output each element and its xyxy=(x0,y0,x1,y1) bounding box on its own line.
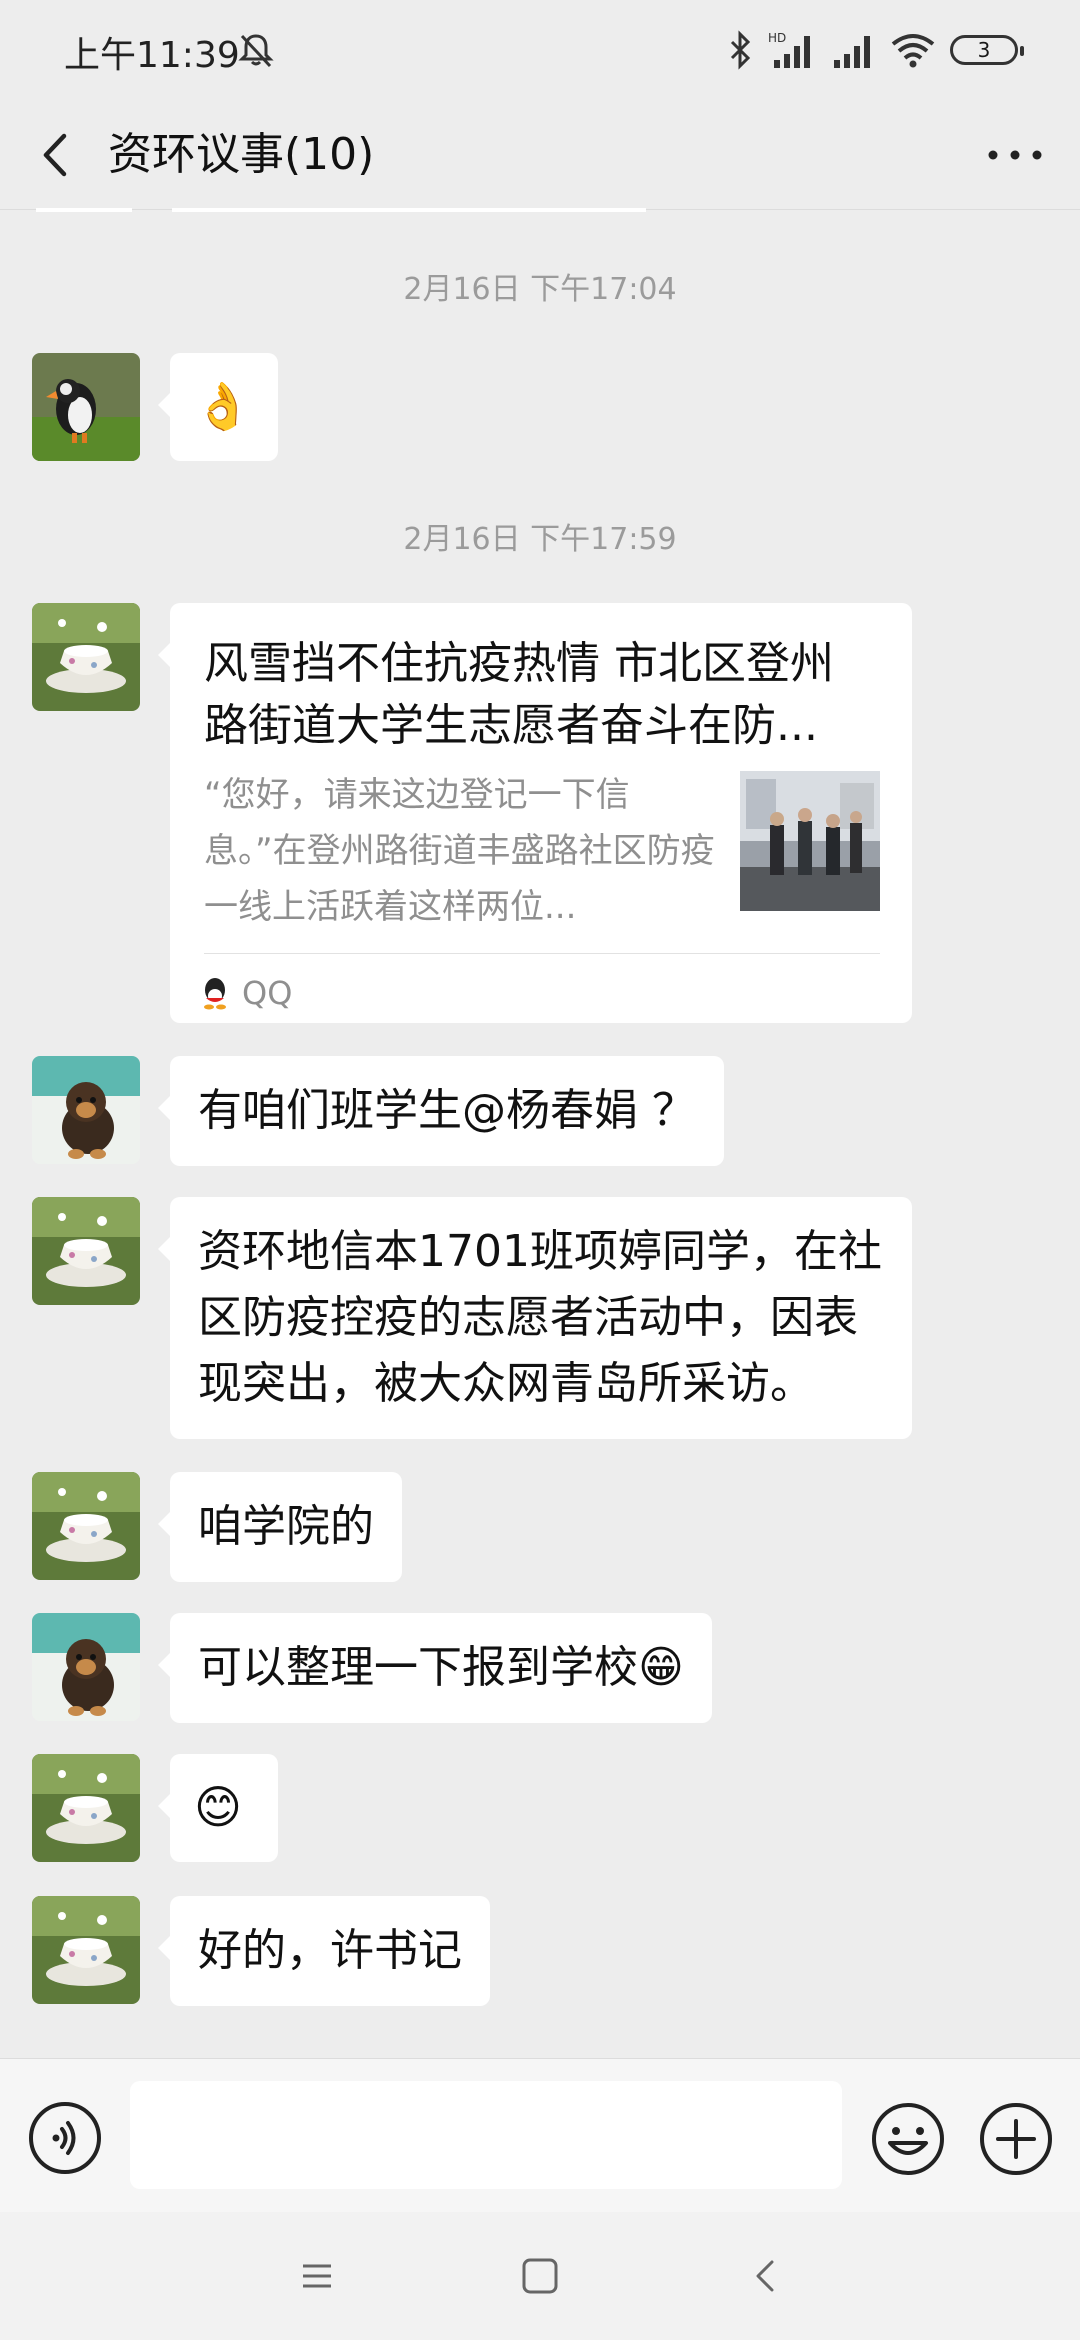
status-icons: HD 3 xyxy=(728,28,1024,72)
avatar[interactable] xyxy=(32,1613,140,1721)
message-bubble[interactable]: 咱学院的 xyxy=(158,1472,402,1582)
message-text: 😊 xyxy=(194,1780,242,1834)
avatar[interactable] xyxy=(32,1197,140,1305)
link-source: QQ xyxy=(242,974,293,1012)
message-text: 咱学院的 xyxy=(198,1501,374,1552)
card-divider xyxy=(204,953,880,954)
message-bubble[interactable]: 好的，许书记 xyxy=(158,1896,490,2006)
mute-bell-icon xyxy=(238,34,274,68)
battery-indicator: 3 xyxy=(950,35,1024,65)
message-bubble[interactable]: 资环地信本1701班项婷同学，在社区防疫控疫的志愿者活动中，因表现突出，被大众网… xyxy=(158,1197,912,1439)
avatar[interactable] xyxy=(32,603,140,711)
avatar[interactable] xyxy=(32,1056,140,1164)
emoji-icon[interactable] xyxy=(870,2101,946,2177)
qq-icon xyxy=(204,978,226,1010)
link-description: “您好，请来这边登记一下信息。”在登州路街道丰盛路社区防疫一线上活跃着这样两位.… xyxy=(204,775,715,927)
battery-level: 3 xyxy=(977,38,991,62)
message-bubble[interactable]: 👌 xyxy=(158,353,278,461)
avatar[interactable] xyxy=(32,1472,140,1580)
status-time: 上午11:39 xyxy=(64,35,240,76)
avatar[interactable] xyxy=(32,1754,140,1862)
link-title: 风雪挡不住抗疫热情 市北区登州路街道大学生志愿者奋斗在防... xyxy=(204,638,834,751)
more-icon[interactable] xyxy=(980,122,1050,188)
svg-text:HD: HD xyxy=(768,31,786,45)
message-text: 资环地信本1701班项婷同学，在社区防疫控疫的志愿者活动中，因表现突出，被大众网… xyxy=(198,1226,882,1409)
message-bubble[interactable]: 可以整理一下报到学校😁 xyxy=(158,1613,712,1723)
link-card[interactable]: 风雪挡不住抗疫热情 市北区登州路街道大学生志愿者奋斗在防... “您好，请来这边… xyxy=(158,603,912,1023)
menu-icon[interactable] xyxy=(295,2254,339,2298)
message-text: 可以整理一下报到学校😁 xyxy=(198,1642,684,1693)
bluetooth-icon xyxy=(730,30,751,70)
signal-icon xyxy=(834,36,870,68)
message-bubble[interactable]: 有咱们班学生@杨春娟 ？ xyxy=(158,1056,724,1166)
back-arrow-icon[interactable] xyxy=(30,122,90,188)
message-input[interactable] xyxy=(130,2081,842,2189)
message-text: 好的，许书记 xyxy=(198,1925,462,1976)
back-nav-icon[interactable] xyxy=(744,2254,788,2298)
input-bar xyxy=(0,2058,1080,2212)
chat-header: 资环议事(10) xyxy=(0,100,1080,210)
status-bar: 上午11:39 HD 3 xyxy=(0,0,1080,100)
wifi-icon xyxy=(891,34,935,68)
message-text: 👌 xyxy=(194,379,252,433)
system-nav-bar xyxy=(0,2212,1080,2340)
timestamp: 2月16日 下午17:04 xyxy=(403,272,677,307)
link-thumbnail xyxy=(740,771,880,911)
voice-icon[interactable] xyxy=(28,2101,102,2175)
timestamp: 2月16日 下午17:59 xyxy=(403,522,677,557)
plus-icon[interactable] xyxy=(978,2101,1054,2177)
message-text: 有咱们班学生@杨春娟 ？ xyxy=(198,1085,696,1136)
previous-message-edge xyxy=(36,208,132,212)
avatar[interactable] xyxy=(32,1896,140,2004)
avatar[interactable] xyxy=(32,353,140,461)
signal-hd-icon: HD xyxy=(768,31,810,68)
previous-message-edge xyxy=(172,208,646,212)
home-icon[interactable] xyxy=(518,2254,562,2298)
message-bubble[interactable]: 😊 xyxy=(158,1754,278,1862)
chat-title: 资环议事(10) xyxy=(108,129,375,180)
